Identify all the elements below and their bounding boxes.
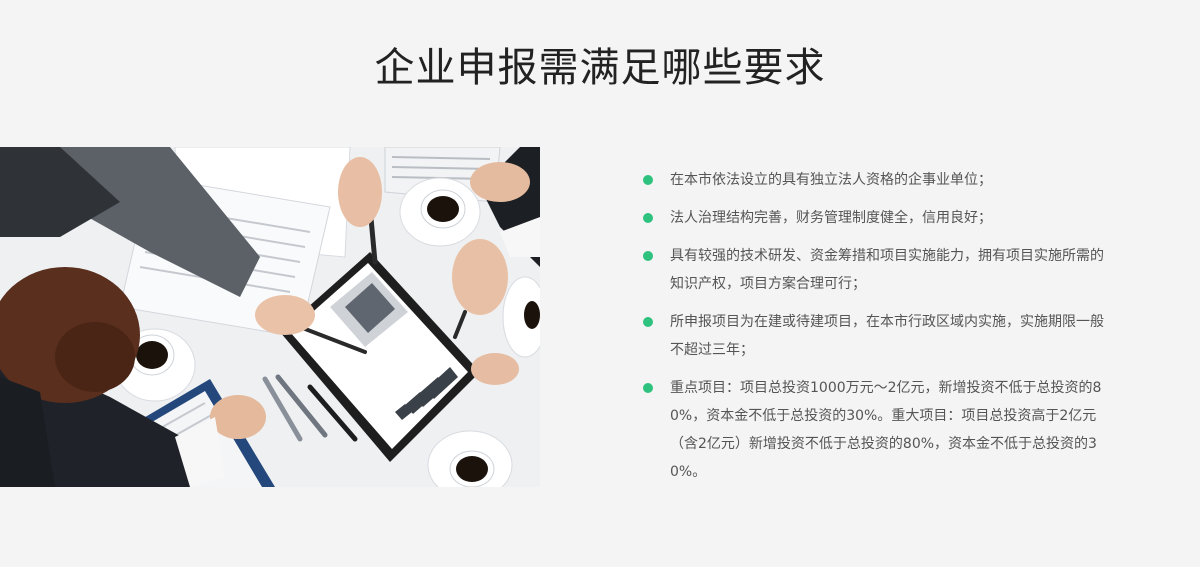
list-item: 具有较强的技术研发、资金筹措和项目实施能力，拥有项目实施所需的知识产权，项目方案… [643,242,1113,298]
bullet-dot-icon [643,175,653,185]
bullet-dot-icon [643,383,653,393]
bullet-dot-icon [643,213,653,223]
list-item: 法人治理结构完善，财务管理制度健全，信用良好； [643,204,1113,232]
list-item: 重点项目：项目总投资1000万元～2亿元，新增投资不低于总投资的80%，资本金不… [643,374,1113,486]
bullet-dot-icon [643,317,653,327]
bullet-dot-icon [643,251,653,261]
requirement-text: 重点项目：项目总投资1000万元～2亿元，新增投资不低于总投资的80%，资本金不… [670,380,1102,480]
business-meeting-photo [0,147,540,487]
requirements-list: 在本市依法设立的具有独立法人资格的企事业单位； 法人治理结构完善，财务管理制度健… [643,166,1113,496]
page: 企业申报需满足哪些要求 在本市依法设立的具有独立法人资格的企事业单位； 法人治理… [0,0,1200,567]
requirement-text: 具有较强的技术研发、资金筹措和项目实施能力，拥有项目实施所需的知识产权，项目方案… [670,248,1104,292]
requirement-text: 所申报项目为在建或待建项目，在本市行政区域内实施，实施期限一般不超过三年； [670,314,1104,358]
page-title: 企业申报需满足哪些要求 [374,45,826,91]
list-item: 在本市依法设立的具有独立法人资格的企事业单位； [643,166,1113,194]
requirement-text: 在本市依法设立的具有独立法人资格的企事业单位； [670,172,992,188]
requirement-text: 法人治理结构完善，财务管理制度健全，信用良好； [670,210,992,226]
list-item: 所申报项目为在建或待建项目，在本市行政区域内实施，实施期限一般不超过三年； [643,308,1113,364]
